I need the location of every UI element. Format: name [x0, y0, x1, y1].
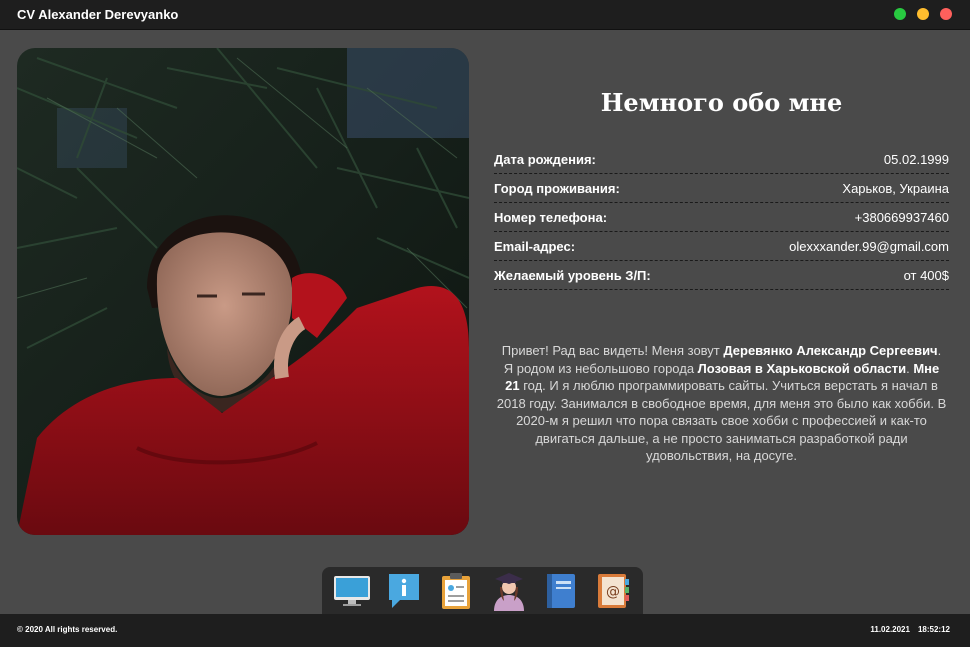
- about-heading: Немного обо мне: [600, 88, 843, 117]
- window-titlebar: CV Alexander Derevyanko: [0, 0, 970, 30]
- info-value: Харьков, Украина: [842, 180, 949, 196]
- info-label: Номер телефона:: [494, 209, 608, 225]
- monitor-icon: [334, 575, 371, 606]
- info-table: Дата рождения: 05.02.1999 Город проживан…: [494, 145, 949, 290]
- profile-photo-image: [17, 48, 469, 535]
- dock-item-monitor[interactable]: [331, 570, 373, 612]
- clipboard-resume-icon: [442, 572, 471, 609]
- clock: 11.02.2021 18:52:12: [870, 625, 950, 634]
- copyright-text: © 2020 All rights reserved.: [17, 625, 118, 634]
- bio-name: Деревянко Александр Сергеевич: [723, 343, 938, 358]
- minimize-button[interactable]: [917, 8, 929, 20]
- info-label: Email-адрес:: [494, 238, 576, 254]
- bio-part: год. И я люблю программировать сайты. Уч…: [496, 378, 947, 463]
- dock-item-info[interactable]: [383, 570, 425, 612]
- address-book-icon: @: [597, 573, 629, 608]
- bio-city: Лозовая в Харьковской области: [697, 360, 907, 376]
- notebook-icon: [546, 573, 575, 608]
- info-value: olexxxander.99@gmail.com: [789, 238, 949, 254]
- dock-item-contacts[interactable]: @: [592, 570, 634, 612]
- window-controls: [894, 8, 952, 20]
- bio-text: Привет! Рад вас видеть! Меня зовут Дерев…: [494, 342, 949, 465]
- dock-item-notebook[interactable]: [540, 570, 582, 612]
- info-label: Город проживания:: [494, 180, 620, 196]
- close-button[interactable]: [940, 8, 952, 20]
- info-row-email: Email-адрес: olexxxander.99@gmail.com: [494, 232, 949, 261]
- window-title: CV Alexander Derevyanko: [17, 7, 179, 22]
- about-section: Немного обо мне Дата рождения: 05.02.199…: [494, 48, 949, 465]
- maximize-button[interactable]: [894, 8, 906, 20]
- info-value: +380669937460: [854, 209, 949, 225]
- dock: @: [322, 567, 643, 614]
- info-row-birthdate: Дата рождения: 05.02.1999: [494, 145, 949, 174]
- footer: © 2020 All rights reserved. 11.02.2021 18…: [0, 614, 970, 647]
- info-label: Желаемый уровень З/П:: [494, 267, 651, 283]
- info-value: от 400$: [903, 267, 949, 283]
- info-label: Дата рождения:: [494, 151, 596, 167]
- info-value: 05.02.1999: [883, 151, 949, 167]
- dock-item-resume[interactable]: [435, 570, 477, 612]
- info-row-phone: Номер телефона: +380669937460: [494, 203, 949, 232]
- graduate-icon: [493, 572, 524, 611]
- bio-part: Привет! Рад вас видеть! Меня зовут: [501, 343, 724, 358]
- svg-text:@: @: [606, 584, 620, 600]
- clock-date: 11.02.2021: [870, 625, 910, 634]
- info-row-city: Город проживания: Харьков, Украина: [494, 174, 949, 203]
- profile-photo: [17, 48, 469, 535]
- dock-item-education[interactable]: [488, 570, 530, 612]
- info-chat-icon: [389, 573, 420, 608]
- info-row-salary: Желаемый уровень З/П: от 400$: [494, 261, 949, 290]
- clock-time: 18:52:12: [917, 625, 950, 634]
